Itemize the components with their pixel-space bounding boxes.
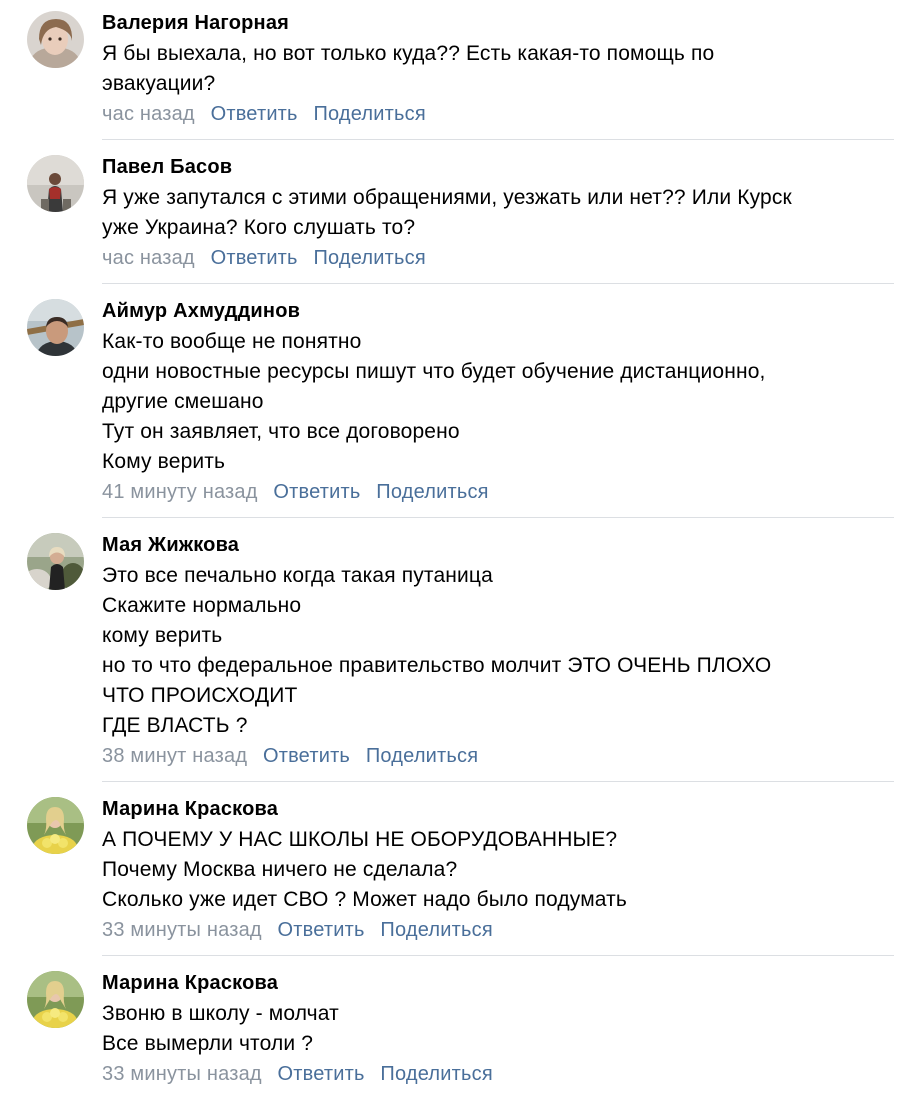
comment-text-line: Как-то вообще не понятно xyxy=(102,330,362,353)
reply-button[interactable]: Ответить xyxy=(273,481,360,503)
comment-meta: 41 минуту назад Ответить Поделиться xyxy=(102,477,894,507)
comment-meta: час назад Ответить Поделиться xyxy=(102,243,894,273)
comments-list: Валерия Нагорная Я бы выехала, но вот то… xyxy=(0,0,920,1106)
comment-text: Это все печально когда такая путаница Ск… xyxy=(102,561,894,741)
comment-text-line: Сколько уже идет СВО ? Может надо было п… xyxy=(102,888,628,911)
comment-timestamp[interactable]: час назад xyxy=(102,103,195,125)
comment-text-line: Почему Москва ничего не сделала? xyxy=(102,858,458,881)
comment-author[interactable]: Мая Жижкова xyxy=(102,531,894,559)
comment-text: Я уже запутался с этими обращениями, уез… xyxy=(102,183,894,243)
comment-meta: 33 минуты назад Ответить Поделиться xyxy=(102,1059,894,1089)
comment-meta: час назад Ответить Поделиться xyxy=(102,99,894,129)
reply-button[interactable]: Ответить xyxy=(211,103,298,125)
reply-button[interactable]: Ответить xyxy=(278,919,365,941)
comment-timestamp[interactable]: 33 минуты назад xyxy=(102,919,262,941)
reply-button[interactable]: Ответить xyxy=(278,1063,365,1085)
comment-text-line: уже Украина? Кого слушать то? xyxy=(102,216,416,239)
comment-text-line: Звоню в школу - молчат xyxy=(102,1002,339,1025)
comment-text-line: другие смешано xyxy=(102,390,264,413)
avatar-image xyxy=(27,11,84,68)
avatar[interactable] xyxy=(27,797,84,854)
comment-item: Павел Басов Я уже запутался с этими обра… xyxy=(0,140,920,283)
share-button[interactable]: Поделиться xyxy=(376,481,488,503)
reply-button[interactable]: Ответить xyxy=(263,745,350,767)
avatar[interactable] xyxy=(27,533,84,590)
avatar-image xyxy=(27,533,84,590)
comment-text-line: ЧТО ПРОИСХОДИТ xyxy=(102,684,298,707)
comment-text-line: Я бы выехала, но вот только куда?? Есть … xyxy=(102,42,715,65)
comment-text: А ПОЧЕМУ У НАС ШКОЛЫ НЕ ОБОРУДОВАННЫЕ? П… xyxy=(102,825,894,915)
share-button[interactable]: Поделиться xyxy=(313,247,425,269)
comment-author[interactable]: Марина Краскова xyxy=(102,969,894,997)
comment-timestamp[interactable]: 33 минуты назад xyxy=(102,1063,262,1085)
comment-item: Марина Краскова А ПОЧЕМУ У НАС ШКОЛЫ НЕ … xyxy=(0,782,920,955)
comment-meta: 38 минут назад Ответить Поделиться xyxy=(102,741,894,771)
comment-text-line: ГДЕ ВЛАСТЬ ? xyxy=(102,714,248,737)
comment-text-line: А ПОЧЕМУ У НАС ШКОЛЫ НЕ ОБОРУДОВАННЫЕ? xyxy=(102,828,618,851)
share-button[interactable]: Поделиться xyxy=(380,1063,492,1085)
share-button[interactable]: Поделиться xyxy=(366,745,478,767)
comment-text-line: Это все печально когда такая путаница xyxy=(102,564,493,587)
comment-timestamp[interactable]: час назад xyxy=(102,247,195,269)
comment-text-line: Тут он заявляет, что все договорено xyxy=(102,420,460,443)
comment-text-line: Я уже запутался с этими обращениями, уез… xyxy=(102,186,792,209)
comment-author[interactable]: Валерия Нагорная xyxy=(102,9,894,37)
comment-text-line: но то что федеральное правительство молч… xyxy=(102,654,772,677)
comment-timestamp[interactable]: 38 минут назад xyxy=(102,745,247,767)
avatar[interactable] xyxy=(27,11,84,68)
comment-text: Звоню в школу - молчат Все вымерли чтоли… xyxy=(102,999,894,1059)
comment-text-line: Кому верить xyxy=(102,450,226,473)
comment-item: Мая Жижкова Это все печально когда такая… xyxy=(0,518,920,781)
avatar-image xyxy=(27,971,84,1028)
share-button[interactable]: Поделиться xyxy=(313,103,425,125)
avatar[interactable] xyxy=(27,299,84,356)
comment-meta: 33 минуты назад Ответить Поделиться xyxy=(102,915,894,945)
comment-text-line: Скажите нормально xyxy=(102,594,302,617)
comment-author[interactable]: Марина Краскова xyxy=(102,795,894,823)
comment-text-line: эвакуации? xyxy=(102,72,216,95)
share-button[interactable]: Поделиться xyxy=(380,919,492,941)
comment-item: Аймур Ахмуддинов Как-то вообще не понятн… xyxy=(0,284,920,517)
avatar-image xyxy=(27,155,84,212)
comment-text-line: кому верить xyxy=(102,624,223,647)
comment-author[interactable]: Павел Басов xyxy=(102,153,894,181)
reply-button[interactable]: Ответить xyxy=(211,247,298,269)
comment-item: Марина Краскова Звоню в школу - молчат В… xyxy=(0,956,920,1106)
comment-author[interactable]: Аймур Ахмуддинов xyxy=(102,297,894,325)
avatar[interactable] xyxy=(27,971,84,1028)
comment-item: Валерия Нагорная Я бы выехала, но вот то… xyxy=(0,9,920,139)
comment-text-line: одни новостные ресурсы пишут что будет о… xyxy=(102,360,766,383)
comment-text: Как-то вообще не понятно одни новостные … xyxy=(102,327,894,477)
avatar-image xyxy=(27,299,84,356)
comment-text: Я бы выехала, но вот только куда?? Есть … xyxy=(102,39,894,99)
avatar-image xyxy=(27,797,84,854)
avatar[interactable] xyxy=(27,155,84,212)
comment-text-line: Все вымерли чтоли ? xyxy=(102,1032,314,1055)
comment-timestamp[interactable]: 41 минуту назад xyxy=(102,481,258,503)
